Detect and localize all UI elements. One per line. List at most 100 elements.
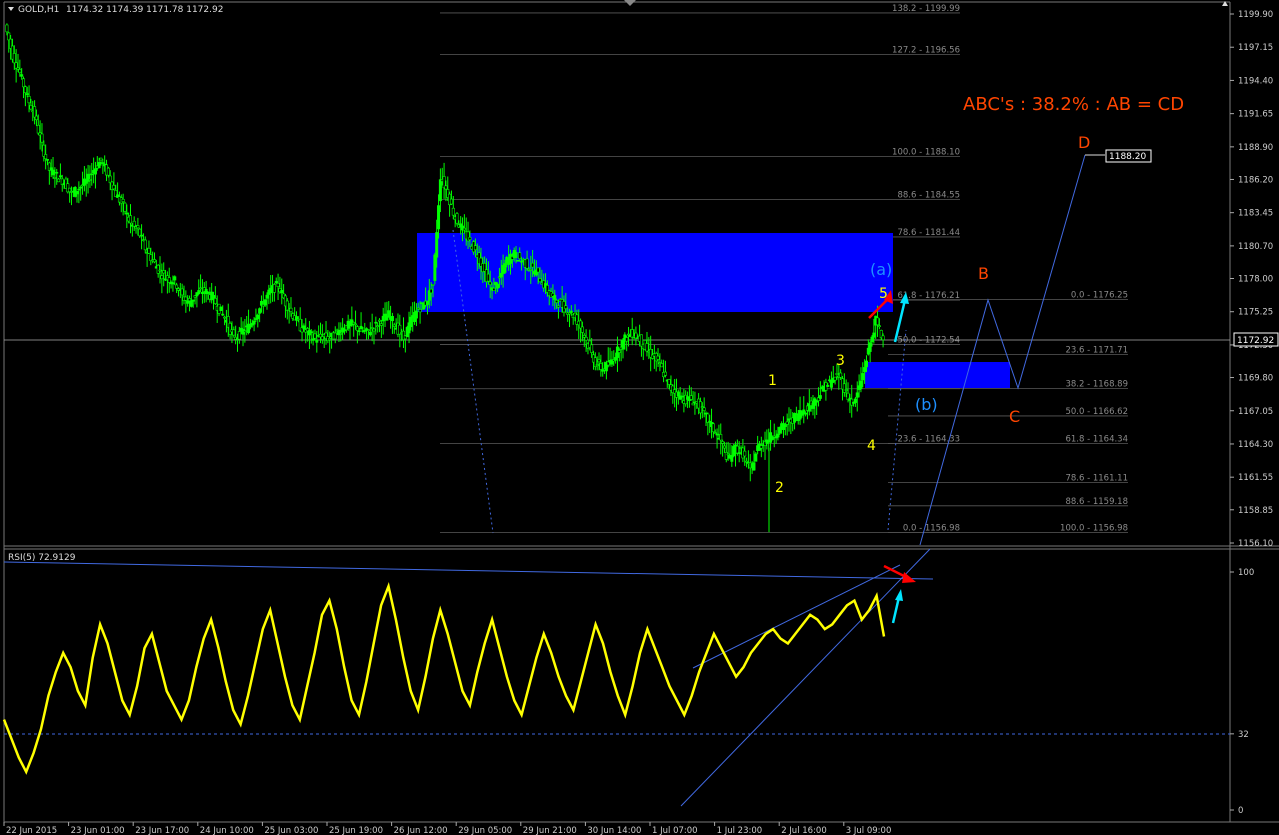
- candle-body: [372, 328, 376, 332]
- price-tick-label: 1194.40: [1238, 76, 1273, 86]
- candle-body: [722, 445, 726, 449]
- candle-body: [200, 291, 204, 295]
- candle-body: [252, 320, 256, 325]
- candle-body: [859, 380, 863, 390]
- candle-body: [409, 316, 413, 328]
- current-price-label: 1172.92: [1237, 336, 1274, 346]
- time-tick-label: 25 Jun 19:00: [329, 826, 383, 835]
- candle-body: [123, 202, 127, 212]
- candle-body: [328, 338, 332, 341]
- candle-body: [520, 260, 524, 263]
- wave-label-2: 2: [775, 480, 784, 496]
- wave-label-a: (a): [870, 260, 892, 279]
- price-tick-label: 1197.15: [1238, 43, 1273, 53]
- candle-body: [726, 453, 730, 456]
- candle-body: [101, 162, 105, 164]
- abcd-title-annotation: ABC's : 38.2% : AB = CD: [963, 94, 1184, 115]
- candle-body: [197, 290, 201, 294]
- candle-body: [99, 157, 103, 161]
- candle-body: [735, 445, 739, 454]
- candle-body: [719, 434, 723, 441]
- candle-body: [213, 298, 217, 304]
- price-tick-label: 1178.00: [1238, 275, 1273, 285]
- candle-body: [167, 277, 171, 283]
- candle-body: [376, 325, 380, 327]
- candle-body: [359, 325, 363, 330]
- candle-body: [870, 336, 874, 342]
- candle-body: [18, 69, 22, 73]
- candle-body: [529, 269, 533, 271]
- candle-body: [132, 220, 136, 227]
- candle-body: [313, 333, 317, 339]
- candle-body: [711, 423, 715, 433]
- candle-body: [634, 332, 638, 339]
- time-tick-label: 2 Jul 16:00: [781, 826, 827, 835]
- supply-zone-lower[interactable]: [865, 362, 1010, 388]
- candle-body: [392, 324, 396, 327]
- candle-body: [455, 213, 459, 224]
- candle-body: [370, 327, 374, 329]
- candle-body: [783, 424, 787, 427]
- candle-body: [617, 350, 621, 353]
- candle-body: [516, 260, 520, 262]
- candle-body: [425, 300, 429, 305]
- candle-body: [357, 330, 361, 332]
- candle-body: [492, 287, 496, 292]
- candle-body: [437, 205, 441, 230]
- candle-body: [700, 406, 704, 408]
- candle-body: [503, 263, 507, 273]
- abcd-label-c: C: [1009, 407, 1020, 426]
- candle-body: [462, 227, 466, 231]
- candle-body: [223, 316, 227, 319]
- candle-body: [33, 106, 37, 118]
- candle-body: [708, 420, 712, 423]
- candle-body: [280, 289, 284, 294]
- candle-body: [152, 259, 156, 263]
- candle-body: [143, 239, 147, 251]
- candle-body: [826, 384, 830, 387]
- candle-body: [381, 315, 385, 322]
- candle-body: [752, 462, 756, 471]
- price-tick-label: 1180.70: [1238, 242, 1273, 252]
- candle-body: [730, 455, 734, 462]
- candle-body: [835, 373, 839, 375]
- candle-body: [191, 299, 195, 302]
- candle-body: [597, 359, 601, 363]
- fib-level-label: 138.2 - 1199.99: [892, 4, 960, 14]
- candle-body: [625, 337, 629, 342]
- candle-body: [580, 326, 584, 333]
- time-tick-label: 23 Jun 01:00: [71, 826, 125, 835]
- candle-body: [499, 272, 503, 278]
- candle-body: [383, 313, 387, 317]
- rsi-label: RSI(5) 72.9129: [8, 553, 76, 563]
- candle-body: [374, 321, 378, 324]
- candle-body: [444, 185, 448, 190]
- candle-body: [258, 308, 262, 314]
- price-tick-label: 1167.05: [1238, 407, 1273, 417]
- candle-body: [88, 179, 92, 181]
- candle-body: [418, 309, 422, 313]
- candle-body: [90, 173, 94, 176]
- candle-body: [138, 228, 142, 237]
- candle-body: [770, 436, 774, 440]
- candle-body: [36, 124, 40, 134]
- fib-level-label: 100.0 - 1156.98: [1060, 523, 1128, 533]
- candle-body: [112, 185, 116, 190]
- candle-body: [156, 264, 160, 274]
- wave-label-1: 1: [768, 373, 777, 389]
- fib-level-label: 127.2 - 1196.56: [892, 45, 960, 55]
- candle-body: [737, 452, 741, 454]
- candle-body: [390, 315, 394, 322]
- fib-level-label: 0.0 - 1156.98: [903, 523, 960, 533]
- candle-body: [853, 398, 857, 403]
- candle-body: [175, 284, 179, 289]
- chart-window[interactable]: GOLD,H1 1174.32 1174.39 1171.78 1172.92 …: [0, 0, 1279, 835]
- candle-body: [555, 300, 559, 303]
- candle-body: [289, 307, 293, 312]
- candle-body: [754, 453, 758, 462]
- candle-body: [861, 373, 865, 381]
- candle-body: [689, 395, 693, 400]
- rsi-tick-label: 0: [1238, 806, 1243, 816]
- candle-body: [804, 412, 808, 415]
- candle-body: [877, 325, 881, 328]
